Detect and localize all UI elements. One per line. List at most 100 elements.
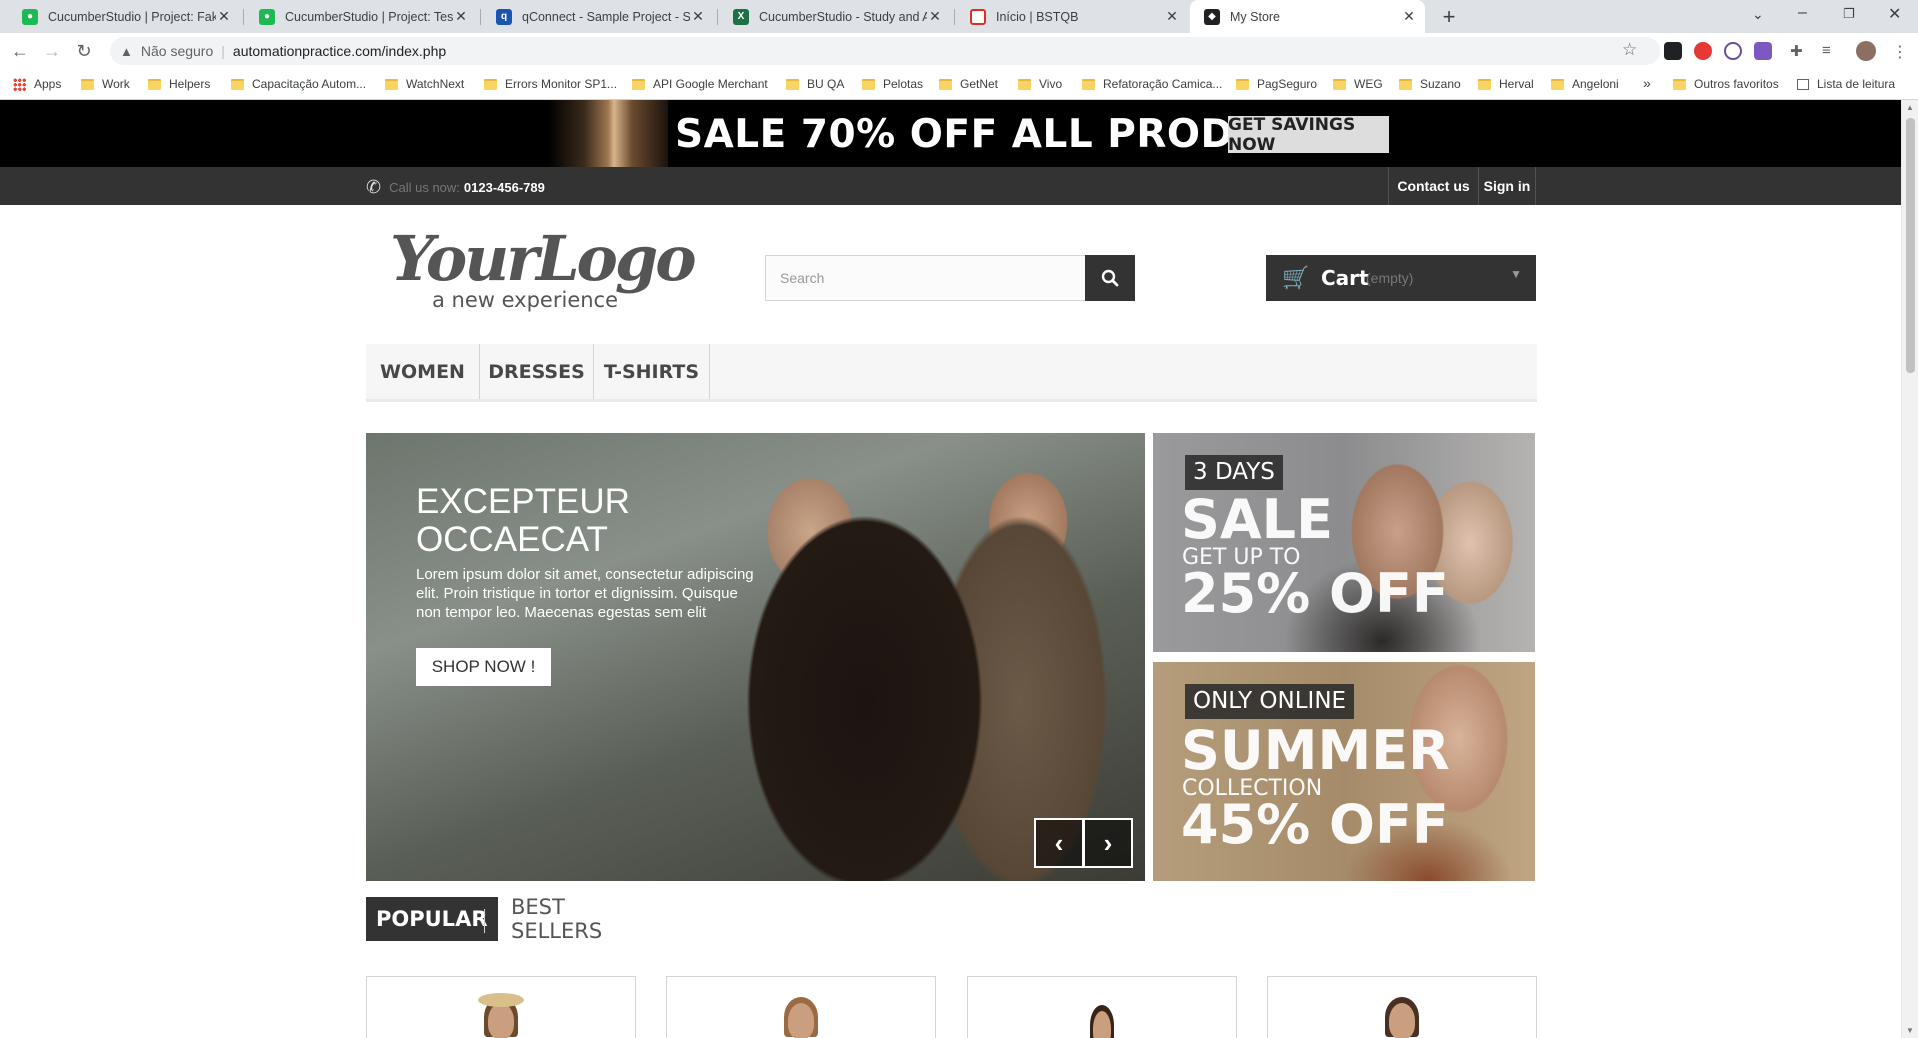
bookmark-folder[interactable]: Capacitação Autom... bbox=[231, 77, 366, 91]
avatar[interactable] bbox=[1856, 41, 1876, 61]
promo-tile-summer[interactable]: ONLY ONLINE SUMMER COLLECTION 45% OFF bbox=[1153, 662, 1535, 881]
browser-tab-active[interactable]: ◆ My Store ✕ bbox=[1190, 0, 1425, 33]
bookmark-folder[interactable]: Pelotas bbox=[862, 77, 923, 91]
extension-icon[interactable] bbox=[1664, 42, 1682, 60]
bookmark-star-icon[interactable]: ☆ bbox=[1622, 40, 1637, 60]
extension-icon[interactable] bbox=[1724, 42, 1742, 60]
cart-button[interactable]: 🛒 Cart (empty) ▼ bbox=[1266, 255, 1536, 301]
bookmark-folder[interactable]: Angeloni bbox=[1551, 77, 1619, 91]
search-input[interactable]: Search bbox=[765, 255, 1135, 301]
close-icon[interactable]: ✕ bbox=[1401, 8, 1417, 25]
close-icon[interactable]: ✕ bbox=[927, 8, 943, 25]
tab-best-sellers[interactable]: BEST SELLERS bbox=[501, 895, 612, 943]
slider-prev-button[interactable]: ‹ bbox=[1034, 818, 1084, 868]
tab-title: qConnect - Sample Project - Set bbox=[522, 9, 690, 24]
new-tab-button[interactable]: + bbox=[1435, 4, 1463, 30]
reading-list-button[interactable]: Lista de leitura bbox=[1797, 77, 1895, 91]
bstqb-icon bbox=[970, 8, 986, 25]
bookmark-label: Outros favoritos bbox=[1694, 77, 1779, 91]
product-card[interactable] bbox=[1267, 976, 1537, 1038]
promo-banner[interactable]: SALE 70% OFF ALL PRODUCTS GET SAVINGS NO… bbox=[0, 100, 1901, 167]
tile-headline: SALE bbox=[1181, 488, 1333, 551]
tab-separator bbox=[243, 9, 244, 25]
bookmark-folder[interactable]: Herval bbox=[1478, 77, 1534, 91]
tab-search-icon[interactable]: ⌄ bbox=[1752, 6, 1764, 23]
menu-item-tshirts[interactable]: T-SHIRTS bbox=[594, 344, 710, 399]
sign-in-link[interactable]: Sign in bbox=[1478, 167, 1536, 205]
warning-icon: ▲ bbox=[120, 43, 133, 59]
bookmark-label: Refatoração Camica... bbox=[1103, 77, 1223, 91]
browser-tab[interactable]: ● CucumberStudio | Project: FakeE ✕ bbox=[8, 0, 240, 33]
close-icon[interactable]: ✕ bbox=[216, 8, 232, 25]
playlist-icon[interactable]: ≡ bbox=[1822, 42, 1840, 60]
bookmark-apps[interactable]: Apps bbox=[13, 77, 61, 91]
forward-icon[interactable]: → bbox=[40, 41, 64, 62]
minimize-button[interactable]: – bbox=[1798, 4, 1807, 22]
url-text[interactable]: automationpractice.com/index.php bbox=[233, 43, 446, 59]
browser-tab[interactable]: ● CucumberStudio | Project: Testin ✕ bbox=[245, 0, 477, 33]
browser-tab[interactable]: X CucumberStudio - Study and Alr ✕ bbox=[719, 0, 951, 33]
bookmark-folder[interactable]: GetNet bbox=[939, 77, 998, 91]
more-menu-icon[interactable]: ⋮ bbox=[1892, 42, 1910, 61]
extension-icon[interactable] bbox=[1694, 42, 1712, 60]
product-image bbox=[788, 1003, 814, 1038]
back-icon[interactable]: ← bbox=[8, 41, 32, 62]
menu-item-dresses[interactable]: DRESSES bbox=[480, 344, 594, 399]
bookmark-label: Angeloni bbox=[1572, 77, 1619, 91]
browser-tab[interactable]: q qConnect - Sample Project - Set ✕ bbox=[482, 0, 714, 33]
cart-icon: 🛒 bbox=[1282, 265, 1310, 290]
bookmark-folder[interactable]: API Google Merchant bbox=[632, 77, 768, 91]
address-bar[interactable]: ▲ Não seguro | automationpractice.com/in… bbox=[110, 37, 1660, 65]
page-scrollbar[interactable]: ▲ ▼ bbox=[1901, 100, 1918, 1038]
product-image bbox=[1389, 1003, 1415, 1038]
bookmark-folder[interactable]: Errors Monitor SP1... bbox=[484, 77, 617, 91]
folder-icon bbox=[862, 78, 875, 90]
bookmark-folder[interactable]: WatchNext bbox=[385, 77, 464, 91]
bookmarks-overflow-button[interactable]: » bbox=[1643, 75, 1651, 91]
menu-item-women[interactable]: WOMEN bbox=[366, 344, 480, 399]
tab-title: CucumberStudio | Project: FakeE bbox=[48, 9, 216, 24]
slider-next-button[interactable]: › bbox=[1083, 818, 1133, 868]
tile-discount: 25% OFF bbox=[1181, 562, 1449, 625]
bookmark-folder[interactable]: Helpers bbox=[148, 77, 210, 91]
close-window-button[interactable]: ✕ bbox=[1888, 4, 1901, 24]
get-savings-button[interactable]: GET SAVINGS NOW bbox=[1228, 115, 1389, 155]
close-icon[interactable]: ✕ bbox=[453, 8, 469, 25]
bookmark-folder[interactable]: WEG bbox=[1333, 77, 1383, 91]
homepage-slider[interactable]: EXCEPTEUR OCCAECAT Lorem ipsum dolor sit… bbox=[366, 433, 1145, 881]
shop-now-button[interactable]: SHOP NOW ! bbox=[416, 648, 551, 686]
scroll-down-icon[interactable]: ▼ bbox=[1906, 1026, 1914, 1035]
browser-tab[interactable]: Início | BSTQB ✕ bbox=[956, 0, 1188, 33]
bookmark-folder[interactable]: Outros favoritos bbox=[1673, 77, 1779, 91]
promo-tile-sale[interactable]: 3 DAYS SALE GET UP TO 25% OFF bbox=[1153, 433, 1535, 652]
bookmark-folder[interactable]: Suzano bbox=[1399, 77, 1461, 91]
puzzle-icon[interactable]: ✚ bbox=[1790, 42, 1808, 60]
store-logo[interactable]: YourLogo a new experience bbox=[390, 222, 697, 322]
restore-button[interactable]: ❐ bbox=[1843, 6, 1855, 22]
tile-tag: 3 DAYS bbox=[1185, 455, 1283, 490]
cart-status: (empty) bbox=[1366, 270, 1414, 286]
bookmark-folder[interactable]: Refatoração Camica... bbox=[1082, 77, 1222, 91]
search-button[interactable] bbox=[1085, 255, 1135, 301]
scrollbar-thumb[interactable] bbox=[1906, 118, 1915, 373]
slide-title-line: EXCEPTEUR bbox=[416, 482, 630, 521]
slide-description: Lorem ipsum dolor sit amet, consectetur … bbox=[416, 566, 754, 621]
tab-separator bbox=[954, 9, 955, 25]
product-card[interactable] bbox=[366, 976, 636, 1038]
tab-separator bbox=[717, 9, 718, 25]
bookmark-folder[interactable]: Vivo bbox=[1018, 77, 1062, 91]
extension-icon[interactable] bbox=[1754, 42, 1772, 60]
bookmark-folder[interactable]: Work bbox=[81, 77, 130, 91]
folder-icon bbox=[1399, 78, 1412, 90]
omnibox-separator: | bbox=[221, 43, 225, 59]
reload-icon[interactable]: ↻ bbox=[72, 41, 96, 62]
close-icon[interactable]: ✕ bbox=[1164, 8, 1180, 25]
tab-popular[interactable]: POPULAR bbox=[366, 897, 498, 941]
bookmark-folder[interactable]: PagSeguro bbox=[1236, 77, 1317, 91]
product-card[interactable] bbox=[666, 976, 936, 1038]
bookmark-folder[interactable]: BU QA bbox=[786, 77, 844, 91]
close-icon[interactable]: ✕ bbox=[690, 8, 706, 25]
contact-us-link[interactable]: Contact us bbox=[1388, 167, 1478, 205]
scroll-up-icon[interactable]: ▲ bbox=[1906, 103, 1914, 112]
product-card[interactable] bbox=[967, 976, 1237, 1038]
